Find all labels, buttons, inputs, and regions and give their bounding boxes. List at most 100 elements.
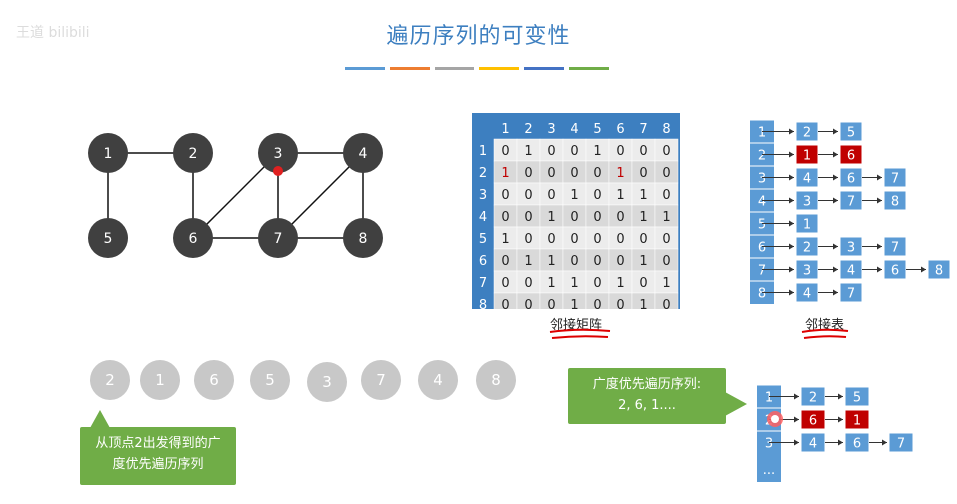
cursor-marker-center	[771, 415, 779, 423]
list-head-label: 3	[765, 437, 773, 452]
list-head-label: 2	[758, 149, 766, 164]
matrix-col-header: 1	[501, 122, 509, 137]
list-head-label: 7	[758, 264, 766, 279]
matrix-cell-value: 0	[501, 254, 509, 269]
color-bar	[389, 67, 430, 70]
matrix-col-header: 2	[524, 122, 532, 137]
list-head-label: 5	[758, 218, 766, 233]
matrix-cell-value: 0	[593, 166, 601, 181]
list-node-label: 4	[809, 437, 817, 452]
matrix-cell-value: 0	[662, 144, 670, 159]
matrix-cell-value: 1	[547, 276, 555, 291]
color-bar	[345, 67, 385, 70]
graph-vertex-label: 2	[189, 146, 198, 162]
matrix-cell-value: 0	[616, 144, 624, 159]
list-node-label: 7	[847, 195, 855, 210]
callout-right: 广度优先遍历序列: 2, 6, 1....	[568, 368, 726, 424]
list-node-label: 7	[847, 287, 855, 302]
matrix-row-header: 4	[479, 210, 487, 225]
matrix-cell-value: 0	[593, 298, 601, 309]
graph-vertex-label: 1	[104, 146, 113, 162]
matrix-cell-value: 0	[662, 254, 670, 269]
matrix-cell-value: 0	[547, 144, 555, 159]
list-node-label: 6	[847, 149, 855, 164]
matrix-cell-value: 0	[616, 210, 624, 225]
bfs-sequence-node: 2	[90, 360, 130, 400]
list-node-label: 5	[853, 391, 861, 406]
matrix-col-header: 4	[570, 122, 578, 137]
callout-left-pointer	[90, 410, 110, 428]
matrix-cell-value: 1	[570, 188, 578, 203]
list-node-label: 7	[891, 241, 899, 256]
matrix-cell-value: 0	[547, 166, 555, 181]
matrix-cell-value: 0	[524, 166, 532, 181]
matrix-col-header: 7	[639, 122, 647, 137]
matrix-cell-value: 0	[501, 210, 509, 225]
matrix-cell-value: 0	[570, 144, 578, 159]
list-node-label: 2	[809, 391, 817, 406]
matrix-cell-value: 0	[570, 254, 578, 269]
callout-left-line2: 度优先遍历序列	[112, 457, 204, 472]
matrix-caption-underline	[549, 328, 611, 339]
matrix-cell-value: 0	[662, 232, 670, 247]
matrix-cell-value: 0	[662, 166, 670, 181]
matrix-cell-value: 0	[616, 232, 624, 247]
matrix-col-header: 3	[547, 122, 555, 137]
matrix-cell-value: 1	[616, 188, 624, 203]
matrix-cell-value: 0	[662, 188, 670, 203]
matrix-cell-value: 1	[524, 254, 532, 269]
bfs-sequence-node: 7	[361, 360, 401, 400]
matrix-row-header: 2	[479, 166, 487, 181]
cursor-marker	[273, 166, 283, 176]
matrix-cell-value: 0	[593, 232, 601, 247]
list-node-label: 6	[809, 414, 817, 429]
matrix-row-header: 3	[479, 188, 487, 203]
list-node-label: 4	[803, 287, 811, 302]
adjlist-caption-underline	[801, 328, 849, 339]
matrix-cell-value: 1	[639, 298, 647, 309]
matrix-cell-value: 0	[593, 276, 601, 291]
callout-right-line2: 2, 6, 1....	[618, 398, 676, 413]
matrix-cell-value: 0	[662, 298, 670, 309]
matrix-cell-value: 0	[593, 210, 601, 225]
matrix-col-header: 5	[593, 122, 601, 137]
matrix-cell-value: 0	[524, 188, 532, 203]
matrix-cell-value: 0	[524, 232, 532, 247]
matrix-cell-value: 0	[639, 276, 647, 291]
graph-vertex-label: 6	[189, 231, 198, 247]
list-node-label: 8	[891, 195, 899, 210]
list-node-label: 3	[847, 241, 855, 256]
matrix-cell-value: 0	[501, 276, 509, 291]
list-head-label: 1	[765, 391, 773, 406]
list-node-label: 7	[897, 437, 905, 452]
graph-vertex-label: 3	[274, 146, 283, 162]
bfs-sequence-node: 6	[194, 360, 234, 400]
list-head-label: 6	[758, 241, 766, 256]
color-bar	[524, 67, 565, 70]
list-head-label: 3	[758, 172, 766, 187]
matrix-cell-value: 0	[616, 254, 624, 269]
matrix-cell-value: 1	[547, 210, 555, 225]
matrix-row-header: 6	[479, 254, 487, 269]
matrix-cell-value: 1	[524, 144, 532, 159]
matrix-cell-value: 0	[639, 232, 647, 247]
small-adjacency-list: 1252613467...	[757, 385, 914, 482]
matrix-col-header: 6	[616, 122, 624, 137]
matrix-cell-value: 0	[593, 188, 601, 203]
list-node-label: 8	[935, 264, 943, 279]
matrix-cell-value: 0	[616, 298, 624, 309]
matrix-cell-value: 1	[547, 254, 555, 269]
matrix-cell-value: 1	[570, 298, 578, 309]
callout-right-line1: 广度优先遍历序列:	[592, 377, 702, 392]
bfs-sequence-node: 8	[476, 360, 516, 400]
bfs-sequence-node: 3	[307, 362, 347, 402]
list-node-label: 4	[803, 172, 811, 187]
matrix-cell-value: 1	[570, 276, 578, 291]
bfs-sequence-node: 1	[140, 360, 180, 400]
matrix-cell-value: 1	[639, 188, 647, 203]
adjacency-list: 1 2 5 2 1 6 3 4 6 7 4 3 7 8 5 1 6 2 3 7 7 3 4 6 8 8 4 7	[750, 120, 951, 304]
matrix-cell-value: 0	[639, 144, 647, 159]
matrix-cell-value: 1	[662, 276, 670, 291]
graph-vertex-label: 7	[274, 231, 283, 247]
color-bar	[434, 67, 475, 70]
